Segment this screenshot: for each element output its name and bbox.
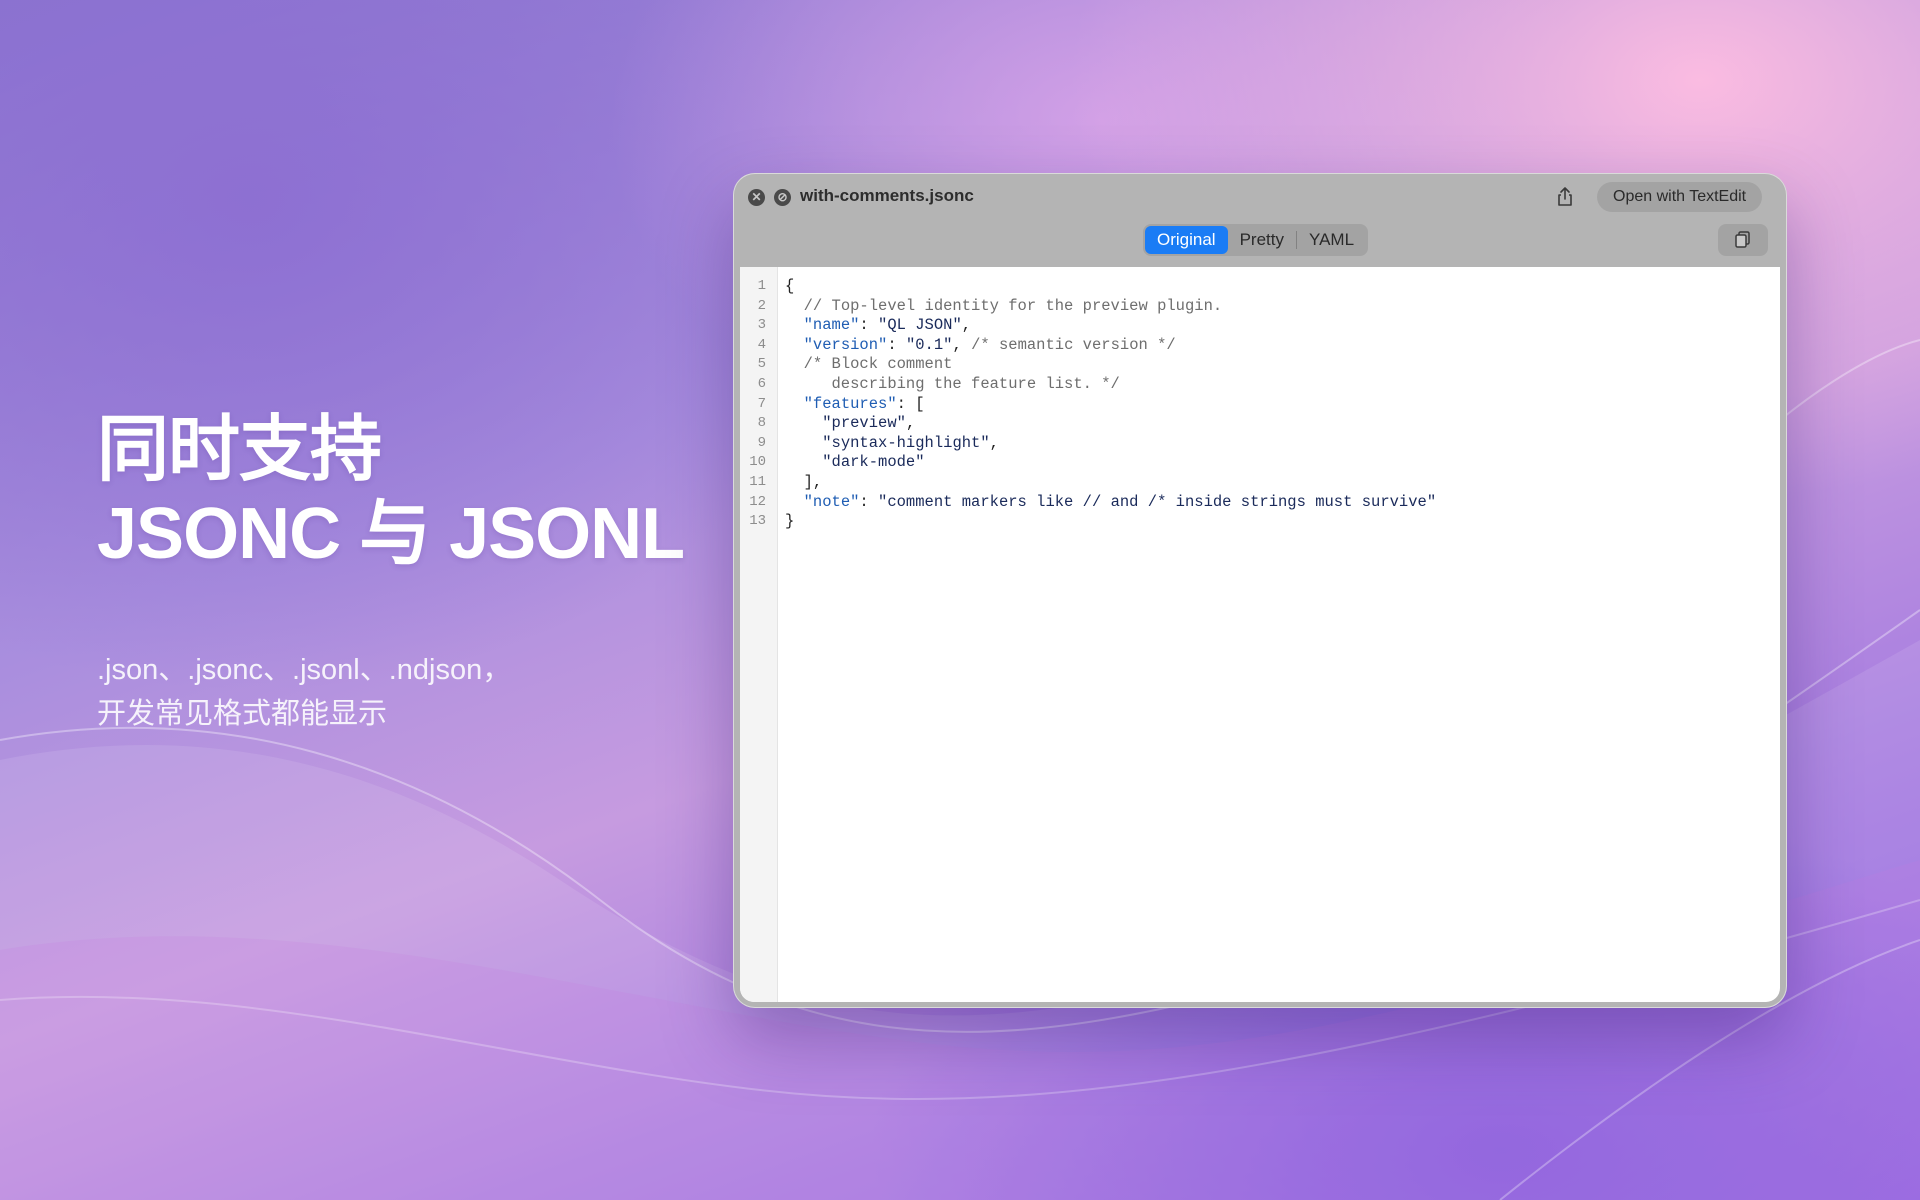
code-punctuation: } (785, 512, 795, 531)
json-string: "preview" (822, 414, 906, 433)
json-key: "note" (803, 492, 860, 511)
line-number: 12 (749, 493, 766, 510)
code-line: 7 "features": [ (740, 395, 1780, 415)
hero-title-line2: JSONC 与 JSONL (97, 494, 685, 574)
json-key: "name" (803, 316, 860, 335)
json-key: "version" (803, 335, 888, 354)
line-content: "preview", (785, 414, 915, 434)
code-punctuation (785, 453, 822, 471)
copy-icon (1735, 231, 1750, 248)
quicklook-window: ✕ ⊘ with-comments.jsonc Open with TextEd… (733, 173, 1787, 1008)
code-line: 1{ (740, 277, 1780, 297)
code-line: 9 "syntax-highlight", (740, 434, 1780, 454)
code-line: 8 "preview", (740, 414, 1780, 434)
line-content: // Top-level identity for the preview pl… (785, 296, 1223, 317)
hero-subtitle: .json、.jsonc、.jsonl、.ndjson， 开发常见格式都能显示 (97, 648, 511, 736)
line-number: 4 (757, 336, 766, 353)
line-content: "dark-mode" (785, 453, 925, 473)
line-content: "features": [ (785, 395, 925, 415)
json-string: "dark-mode" (822, 453, 925, 472)
line-number: 10 (749, 454, 766, 471)
code-punctuation: : (859, 492, 879, 511)
window-title: with-comments.jsonc (800, 186, 974, 205)
code-line: 3 "name": "QL JSON", (740, 316, 1780, 336)
code-line: 11 ], (740, 473, 1780, 493)
code-punctuation (785, 434, 822, 452)
code-punctuation: : (859, 316, 879, 335)
code-line: 2 // Top-level identity for the preview … (740, 297, 1780, 317)
code-editor[interactable]: 1{2 // Top-level identity for the previe… (740, 267, 1780, 1002)
view-mode-segmented-control: Original Pretty YAML (1143, 224, 1369, 256)
code-punctuation: , (989, 433, 999, 452)
line-number: 13 (749, 513, 766, 530)
code-line: 12 "note": "comment markers like // and … (740, 493, 1780, 513)
hero-title-line1: 同时支持 (97, 410, 382, 490)
hero-subtitle-line2: 开发常见格式都能显示 (97, 698, 388, 730)
hero-subtitle-line1: .json、.jsonc、.jsonl、.ndjson， (97, 654, 512, 686)
code-punctuation (785, 414, 822, 432)
code-punctuation (785, 297, 804, 315)
code-line: 6 describing the feature list. */ (740, 375, 1780, 395)
tab-yaml[interactable]: YAML (1297, 226, 1366, 254)
code-punctuation: , (905, 414, 916, 433)
line-content: ], (785, 472, 823, 493)
line-content: "syntax-highlight", (785, 434, 999, 454)
code-line: 4 "version": "0.1", /* semantic version … (740, 336, 1780, 356)
code-punctuation (785, 336, 804, 354)
code-punctuation (785, 355, 804, 373)
tab-pretty[interactable]: Pretty (1228, 226, 1296, 254)
code-punctuation: ], (785, 472, 823, 491)
json-key: "features" (803, 394, 897, 413)
line-content: "note": "comment markers like // and /* … (785, 492, 1437, 513)
line-number: 6 (757, 375, 766, 392)
code-punctuation (785, 395, 804, 413)
line-number: 8 (757, 415, 766, 432)
code-punctuation: , (961, 316, 972, 335)
json-string: "comment markers like // and /* inside s… (878, 492, 1437, 511)
line-content: /* Block comment (785, 355, 953, 375)
json-string: "syntax-highlight" (822, 433, 990, 452)
code-lines: 1{2 // Top-level identity for the previe… (740, 277, 1780, 532)
code-line: 5 /* Block comment (740, 355, 1780, 375)
code-punctuation: : [ (896, 394, 925, 413)
code-comment: /* Block comment (803, 355, 953, 374)
line-content: describing the feature list. */ (785, 375, 1120, 395)
json-string: "QL JSON" (878, 316, 962, 335)
copy-button[interactable] (1718, 224, 1768, 256)
code-comment: /* semantic version */ (971, 335, 1176, 354)
code-punctuation: , (952, 335, 972, 354)
line-number: 9 (757, 434, 766, 451)
line-number: 11 (749, 473, 766, 490)
code-comment: // Top-level identity for the preview pl… (803, 296, 1223, 315)
code-punctuation: : (887, 335, 906, 354)
line-number: 1 (757, 278, 766, 294)
json-string: "0.1" (905, 335, 953, 354)
line-content: "name": "QL JSON", (785, 316, 971, 336)
code-punctuation: { (785, 277, 795, 295)
code-line: 13} (740, 512, 1780, 532)
share-icon[interactable] (1553, 185, 1577, 209)
line-content: } (785, 512, 794, 532)
block-icon[interactable]: ⊘ (774, 189, 791, 206)
line-content: "version": "0.1", /* semantic version */ (785, 336, 1176, 356)
code-line: 10 "dark-mode" (740, 453, 1780, 473)
tab-original[interactable]: Original (1145, 226, 1228, 254)
hero: 同时支持 JSONC 与 JSONL (97, 408, 685, 576)
line-number: 3 (757, 317, 766, 334)
open-with-textedit-button[interactable]: Open with TextEdit (1597, 182, 1763, 212)
code-comment: describing the feature list. */ (785, 374, 1120, 393)
line-number: 2 (757, 297, 766, 314)
close-icon[interactable]: ✕ (748, 189, 765, 206)
code-punctuation (785, 316, 804, 334)
line-number: 7 (757, 395, 766, 412)
line-content: { (785, 277, 794, 297)
code-punctuation (785, 493, 804, 511)
line-number: 5 (757, 356, 766, 373)
titlebar: ✕ ⊘ with-comments.jsonc Open with TextEd… (733, 173, 1787, 221)
